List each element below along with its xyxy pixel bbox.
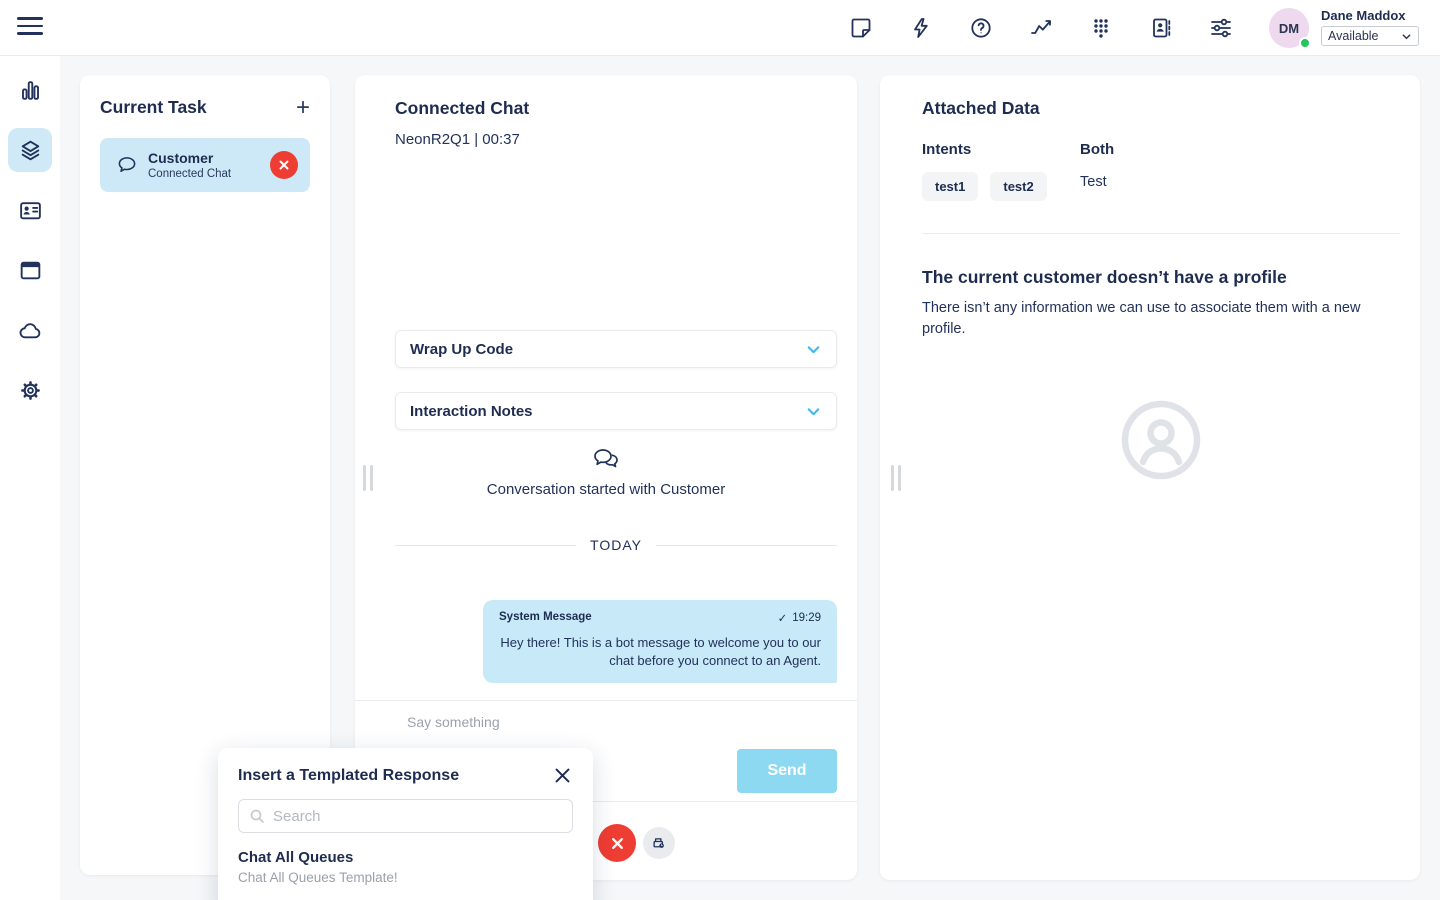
conversation-icon	[592, 447, 620, 473]
left-sidebar	[0, 56, 60, 900]
sidebar-item-analytics[interactable]	[8, 68, 52, 112]
help-icon[interactable]	[969, 16, 993, 40]
both-value: Test	[1080, 174, 1114, 190]
task-subtitle: Connected Chat	[148, 168, 270, 180]
end-task-button[interactable]	[270, 151, 298, 179]
contact-card-icon[interactable]	[1149, 16, 1173, 40]
message-sender: System Message	[499, 611, 592, 625]
popup-close-button[interactable]	[553, 766, 573, 786]
template-item-title: Chat All Queues	[238, 849, 573, 866]
chevron-down-icon	[805, 403, 822, 420]
status-available-dot	[1299, 37, 1311, 49]
message-input[interactable]	[407, 707, 727, 737]
chat-bubble-icon	[116, 154, 138, 176]
lightning-icon[interactable]	[909, 16, 933, 40]
chevron-down-icon	[1401, 31, 1412, 42]
interaction-notes-accordion[interactable]: Interaction Notes	[395, 392, 837, 430]
intent-badge: test2	[990, 172, 1046, 201]
template-search-box[interactable]	[238, 799, 573, 833]
task-name: Customer	[148, 150, 270, 166]
chat-session-info: NeonR2Q1 | 00:37	[395, 131, 520, 148]
top-bar: DM Dane Maddox Available	[0, 0, 1440, 56]
delivered-check-icon: ✓	[778, 611, 788, 625]
end-chat-button[interactable]	[598, 824, 636, 862]
template-item-subtitle: Chat All Queues Template!	[238, 870, 573, 885]
sidebar-item-directory[interactable]	[8, 188, 52, 232]
performance-chart-icon[interactable]	[1029, 16, 1053, 40]
status-dropdown[interactable]: Available	[1321, 26, 1419, 46]
conversation-start-text: Conversation started with Customer	[355, 481, 857, 498]
intents-label: Intents	[922, 141, 1047, 158]
bar-chart-icon	[18, 78, 43, 103]
template-search-input[interactable]	[273, 808, 562, 825]
profile-placeholder-icon	[1118, 397, 1204, 483]
attached-data-panel: Attached Data Intents test1 test2 Both T…	[880, 75, 1420, 880]
search-icon	[249, 808, 265, 824]
user-name: Dane Maddox	[1321, 8, 1426, 23]
send-button[interactable]: Send	[737, 749, 837, 793]
no-profile-heading: The current customer doesn’t have a prof…	[922, 267, 1287, 288]
cloud-icon	[18, 318, 43, 343]
topbar-icon-group	[849, 16, 1233, 40]
popup-title: Insert a Templated Response	[238, 767, 459, 785]
wrapup-code-label: Wrap Up Code	[410, 341, 513, 358]
message-text: Hey there! This is a bot message to welc…	[499, 634, 821, 670]
sidebar-item-settings[interactable]	[8, 368, 52, 412]
chevron-down-icon	[805, 341, 822, 358]
intent-badge: test1	[922, 172, 978, 201]
template-list-item[interactable]: Chat All Queues Chat All Queues Template…	[238, 849, 573, 885]
interaction-notes-label: Interaction Notes	[410, 403, 533, 420]
attached-data-title: Attached Data	[922, 98, 1040, 119]
layers-icon	[18, 138, 43, 163]
id-badge-icon	[18, 198, 43, 223]
add-task-button[interactable]: +	[296, 98, 310, 118]
templated-response-popup: Insert a Templated Response Chat All Que…	[218, 748, 593, 900]
close-icon	[610, 836, 625, 851]
attached-data-divider	[922, 233, 1400, 234]
status-dropdown-value: Available	[1328, 29, 1379, 43]
no-profile-text: There isn’t any information we can use t…	[922, 298, 1400, 341]
composer-divider	[355, 700, 857, 701]
user-avatar[interactable]: DM	[1269, 8, 1309, 48]
conversation-start-indicator: Conversation started with Customer	[355, 447, 857, 498]
hamburger-menu-icon[interactable]	[17, 17, 43, 39]
task-item-customer[interactable]: Customer Connected Chat	[100, 138, 310, 192]
close-icon	[553, 766, 572, 785]
sidebar-item-interactions[interactable]	[8, 128, 52, 172]
close-icon	[278, 159, 290, 171]
day-divider: TODAY	[395, 537, 837, 553]
system-message-bubble: System Message ✓ 19:29 Hey there! This i…	[483, 600, 837, 683]
sidebar-item-apps[interactable]	[8, 248, 52, 292]
current-task-title: Current Task	[100, 97, 207, 118]
day-divider-label: TODAY	[590, 537, 642, 553]
message-time: 19:29	[792, 612, 821, 624]
both-label: Both	[1080, 141, 1114, 158]
wrapup-printer-icon	[650, 834, 668, 852]
sidebar-item-cloud[interactable]	[8, 308, 52, 352]
wrapup-action-button[interactable]	[643, 827, 675, 859]
chat-panel-title: Connected Chat	[395, 98, 529, 119]
window-icon	[18, 258, 43, 283]
panel-resize-handle[interactable]	[891, 465, 901, 491]
sliders-icon[interactable]	[1209, 16, 1233, 40]
dialpad-icon[interactable]	[1089, 16, 1113, 40]
gear-icon	[18, 378, 43, 403]
sticky-note-icon[interactable]	[849, 16, 873, 40]
wrapup-code-accordion[interactable]: Wrap Up Code	[395, 330, 837, 368]
